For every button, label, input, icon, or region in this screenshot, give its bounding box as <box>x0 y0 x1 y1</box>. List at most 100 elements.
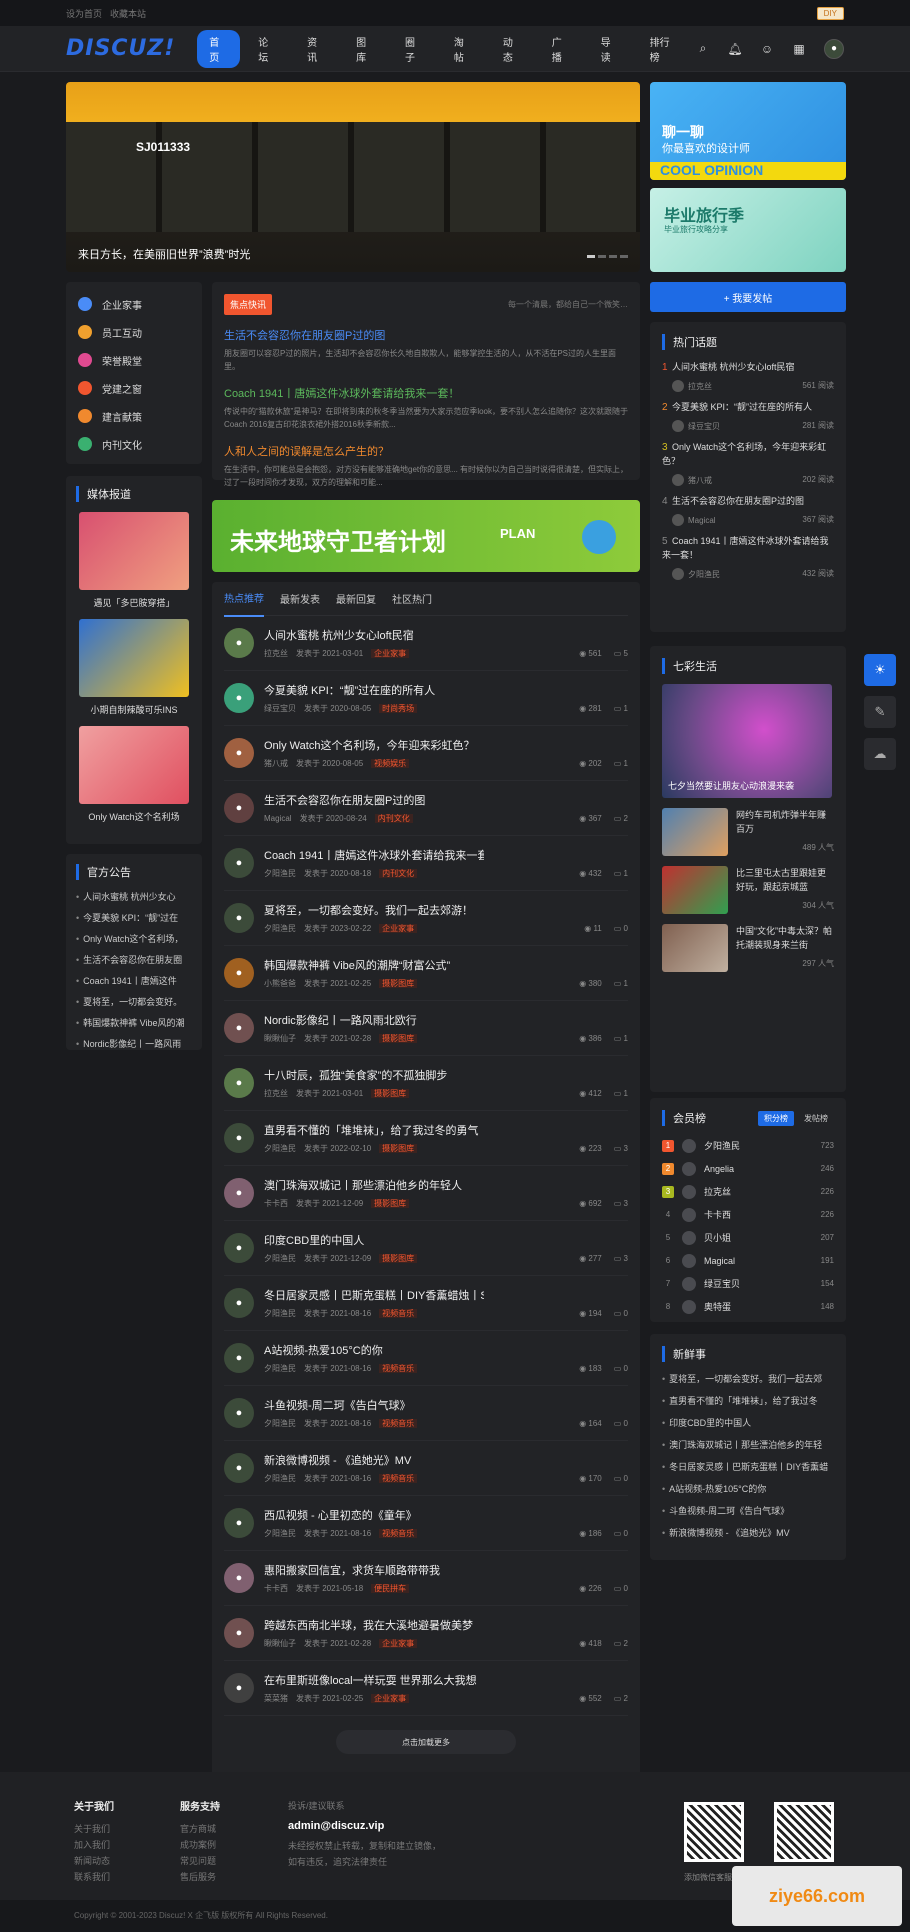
notice-item[interactable]: 今夏美貌 KPI：“靓”过在 <box>76 911 192 932</box>
avatar[interactable]: ● <box>224 1563 254 1593</box>
table-row[interactable]: ● 直男看不懂的「堆堆袜」，给了我过冬的勇气 夕阳渔民 发表于 2022-02-10 摄… <box>224 1111 628 1166</box>
hot-topic-item[interactable]: 2 今夏美貌 KPI：“靓”过在座的所有人 绿豆宝贝 281 阅读 <box>662 400 834 432</box>
nav-item[interactable]: 排行榜 <box>638 30 690 68</box>
avatar[interactable]: ● <box>224 1343 254 1373</box>
avatar[interactable]: ● <box>224 1398 254 1428</box>
hot-topic-author[interactable]: 夕阳渔民 <box>672 568 720 580</box>
thread-title[interactable]: 跨越东西南北半球，我在大溪地避暑做美梦 <box>264 1617 473 1633</box>
fresh-item[interactable]: 直男看不懂的「堆堆袜」，给了我过冬 <box>662 1394 834 1416</box>
nav-item[interactable]: 首页 <box>197 29 241 68</box>
life-thumb[interactable] <box>662 808 728 856</box>
tab-1[interactable]: 最新发表 <box>280 581 320 616</box>
hot-topic-item[interactable]: 4 生活不会容忍你在朋友圈P过的图 Magical 367 阅读 <box>662 494 834 526</box>
thread-title[interactable]: 斗鱼视频-周二珂《告白气球》 <box>264 1397 425 1413</box>
thread-author[interactable]: 小熊爸爸 <box>264 979 296 988</box>
light-icon[interactable]: ☀ <box>864 654 896 686</box>
thread-tag[interactable]: 内刊文化 <box>374 814 413 823</box>
notice-item[interactable]: 夏将至，一切都会变好。 <box>76 995 192 1016</box>
member-name[interactable]: 绿豆宝贝 <box>704 1277 821 1290</box>
table-row[interactable]: ● 生活不会容忍你在朋友圈P过的图 Magical 发表于 2020-08-24 内刊文… <box>224 781 628 836</box>
avatar[interactable]: ● <box>224 683 254 713</box>
avatar[interactable]: ● <box>224 793 254 823</box>
thread-tag[interactable]: 摄影图库 <box>371 1199 410 1208</box>
rank-row[interactable]: 8 奥特蛋 148 <box>662 1295 834 1318</box>
table-row[interactable]: ● 跨越东西南北半球，我在大溪地避暑做美梦 瞅瞅仙子 发表于 2021-02-28 企业… <box>224 1606 628 1661</box>
footer-link[interactable]: 加入我们 <box>74 1837 114 1853</box>
hot-topic-title[interactable]: Only Watch这个名利场，今年迎来彩虹色？ <box>662 442 826 466</box>
thread-author[interactable]: 夕阳渔民 <box>264 924 296 933</box>
media-thumb[interactable] <box>79 512 189 590</box>
hot-topic-author[interactable]: 猪八戒 <box>672 474 712 486</box>
avatar[interactable]: ● <box>224 1508 254 1538</box>
grid-icon[interactable]: ▦ <box>792 42 806 56</box>
thread-tag[interactable]: 摄影图库 <box>379 979 418 988</box>
thread-author[interactable]: 夕阳渔民 <box>264 869 296 878</box>
hot-topic-title[interactable]: Coach 1941丨唐嫣这件冰球外套请给我来一套！ <box>662 536 829 560</box>
thread-title[interactable]: 直男看不懂的「堆堆袜」，给了我过冬的勇气 <box>264 1122 479 1138</box>
avatar[interactable]: ● <box>224 628 254 658</box>
hot-topic-author[interactable]: Magical <box>672 514 716 526</box>
notice-item[interactable]: Only Watch这个名利场， <box>76 932 192 953</box>
tab-2[interactable]: 最新回复 <box>336 581 376 616</box>
table-row[interactable]: ● 惠阳搬家回信宜，求货车顺路带带我 卡卡西 发表于 2021-05-18 便民拼车 ◉ … <box>224 1551 628 1606</box>
slider-dots[interactable] <box>587 255 628 258</box>
rank-row[interactable]: 1 夕阳渔民 723 <box>662 1134 834 1157</box>
thread-tag[interactable]: 视频音乐 <box>379 1364 418 1373</box>
hot-topic-item[interactable]: 5 Coach 1941丨唐嫣这件冰球外套请给我来一套！ 夕阳渔民 432 阅读 <box>662 534 834 580</box>
thread-title[interactable]: 澳门珠海双城记丨那些漂泊他乡的年轻人 <box>264 1177 462 1193</box>
table-row[interactable]: ● 在布里斯班像local一样玩耍 世界那么大我想 菜菜猪 发表于 2021-02-2… <box>224 1661 628 1716</box>
diy-button[interactable]: DIY <box>816 6 844 20</box>
search-icon[interactable]: ⌕ <box>696 41 710 56</box>
hot-topic-title[interactable]: 生活不会容忍你在朋友圈P过的图 <box>672 496 804 506</box>
thread-title[interactable]: 新浪微博视频 - 《追她光》MV <box>264 1452 425 1468</box>
avatar[interactable]: ● <box>224 1013 254 1043</box>
footer-link[interactable]: 售后服务 <box>180 1869 220 1885</box>
avatar[interactable]: ● <box>224 1068 254 1098</box>
category-item[interactable]: 荣誉殿堂 <box>78 346 190 374</box>
thread-author[interactable]: 夕阳渔民 <box>264 1364 296 1373</box>
bookmark-link[interactable]: 收藏本站 <box>110 9 146 19</box>
tab-0[interactable]: 热点推荐 <box>224 580 264 617</box>
thread-title[interactable]: 印度CBD里的中国人 <box>264 1232 425 1248</box>
media-caption[interactable]: 小期自制辣酸可乐INS <box>76 703 192 716</box>
avatar[interactable]: ● <box>224 1233 254 1263</box>
member-name[interactable]: 夕阳渔民 <box>704 1139 821 1152</box>
nav-item[interactable]: 淘帖 <box>442 30 485 68</box>
fresh-item[interactable]: 夏将至，一切都会变好。我们一起去郊 <box>662 1372 834 1394</box>
category-item[interactable]: 建言献策 <box>78 402 190 430</box>
nav-item[interactable]: 动态 <box>491 30 534 68</box>
nav-item[interactable]: 资讯 <box>295 30 338 68</box>
bell-icon[interactable]: 🔔︎ <box>727 42 742 56</box>
member-name[interactable]: 奥特蛋 <box>704 1300 821 1313</box>
thread-title[interactable]: 人间水蜜桃 杭州少女心loft民宿 <box>264 627 417 643</box>
thread-title[interactable]: Coach 1941丨唐嫣这件冰球外套请给我来一套 <box>264 847 484 863</box>
footer-link[interactable]: 关于我们 <box>74 1821 114 1837</box>
table-row[interactable]: ● 十八时辰，孤独“美食家”的不孤独脚步 拉克丝 发表于 2021-03-01 摄影图库… <box>224 1056 628 1111</box>
thread-tag[interactable]: 视频音乐 <box>379 1309 418 1318</box>
category-item[interactable]: 企业家事 <box>78 290 190 318</box>
thread-author[interactable]: 瞅瞅仙子 <box>264 1639 296 1648</box>
fresh-item[interactable]: A站视频-热爱105°C的你 <box>662 1482 834 1504</box>
nav-item[interactable]: 导读 <box>589 30 632 68</box>
thread-author[interactable]: 夕阳渔民 <box>264 1529 296 1538</box>
edit-icon[interactable]: ✎ <box>864 696 896 728</box>
thread-tag[interactable]: 内刊文化 <box>379 869 418 878</box>
tab-3[interactable]: 社区热门 <box>392 581 432 616</box>
earth-guardian-banner[interactable]: 未来地球守卫者计划 PLAN <box>212 500 640 572</box>
life-item-title[interactable]: 比三里屯太古里跟娃更好玩，跟起京城蓝 <box>736 866 834 894</box>
rank-row[interactable]: 2 Angelia 246 <box>662 1157 834 1180</box>
ad-cool-opinion[interactable]: 聊一聊 你最喜欢的设计师 COOL OPINION <box>650 82 846 180</box>
table-row[interactable]: ● Only Watch这个名利场，今年迎来彩虹色？ 猪八戒 发表于 2020-08-… <box>224 726 628 781</box>
hot-news-title[interactable]: 生活不会容忍你在朋友圈P过的图 <box>224 327 628 343</box>
avatar[interactable]: ● <box>224 1178 254 1208</box>
category-item[interactable]: 党建之窗 <box>78 374 190 402</box>
table-row[interactable]: ● Coach 1941丨唐嫣这件冰球外套请给我来一套 夕阳渔民 发表于 2020-0… <box>224 836 628 891</box>
footer-email[interactable]: admin@discuz.vip <box>288 1820 441 1832</box>
avatar[interactable]: ● <box>224 958 254 988</box>
member-name[interactable]: 卡卡西 <box>704 1208 821 1221</box>
new-post-button[interactable]: + 我要发帖 <box>650 282 846 312</box>
thread-author[interactable]: 拉克丝 <box>264 649 288 658</box>
thread-tag[interactable]: 摄影图库 <box>379 1034 418 1043</box>
thread-tag[interactable]: 企业家事 <box>371 1694 410 1703</box>
member-name[interactable]: 贝小姐 <box>704 1231 821 1244</box>
